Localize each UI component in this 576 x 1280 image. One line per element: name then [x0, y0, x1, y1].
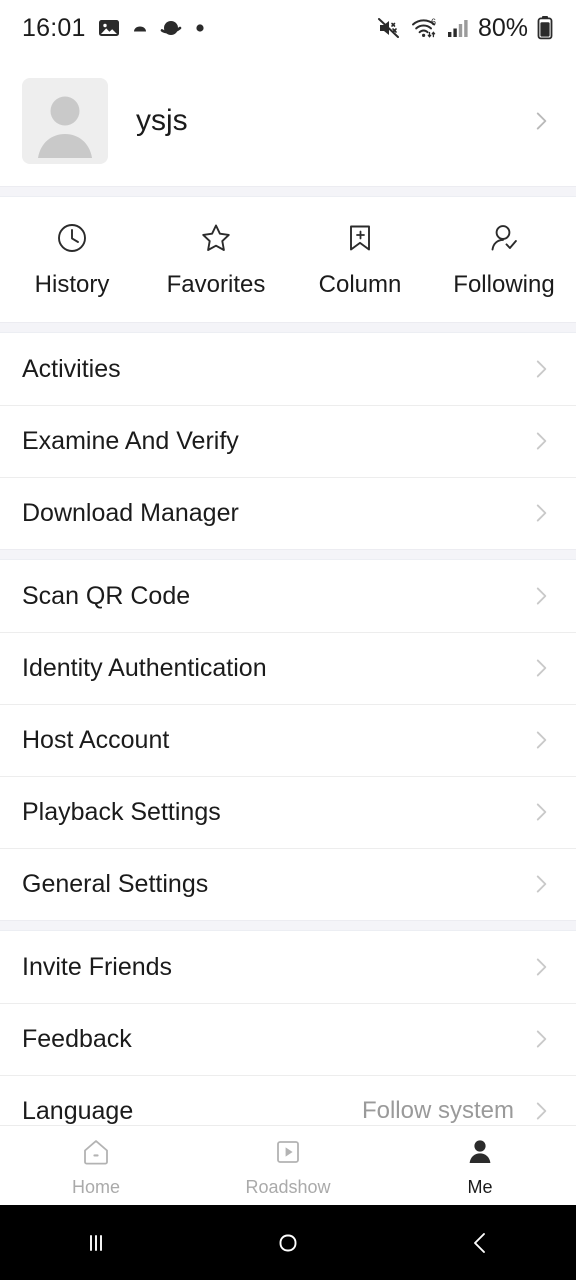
menu-row-label: Host Account: [22, 725, 170, 754]
chevron-right-icon: [536, 958, 547, 976]
status-bar-right: 6 80%: [376, 14, 554, 43]
tab-home[interactable]: Home: [0, 1134, 192, 1198]
menu-row-playback-settings[interactable]: Playback Settings: [0, 776, 576, 848]
tab-me[interactable]: Me: [384, 1134, 576, 1198]
mute-icon: [377, 18, 399, 38]
chevron-right-icon: [536, 587, 547, 605]
svg-text:6: 6: [431, 17, 436, 27]
tab-label: Home: [71, 1176, 120, 1197]
chevron-right-icon: [536, 432, 547, 450]
battery-percent-label: 80%: [477, 13, 528, 42]
android-nav-bar: [0, 1205, 576, 1280]
battery-icon: [537, 16, 553, 40]
menu-row-label: Feedback: [22, 1024, 132, 1053]
quick-action-following[interactable]: Following: [432, 221, 576, 299]
menu-row-invite-friends[interactable]: Invite Friends: [0, 931, 576, 1003]
menu-row-label: Download Manager: [22, 498, 239, 527]
clock-icon: [58, 223, 86, 252]
menu-row-label: General Settings: [22, 869, 209, 898]
chevron-right-icon: [536, 1102, 547, 1120]
tab-label: Roadshow: [245, 1176, 331, 1197]
profile-username: ysjs: [136, 104, 188, 137]
section-spacer: [0, 186, 576, 197]
home-circle-icon: [279, 1234, 297, 1251]
nav-back-button[interactable]: [384, 1226, 576, 1260]
profile-header[interactable]: ysjs: [0, 56, 576, 186]
menu-row-identity-authentication[interactable]: Identity Authentication: [0, 632, 576, 704]
play-square-icon: [277, 1140, 299, 1163]
quick-action-label: Following: [453, 270, 555, 298]
status-bar: 16:01 6 80%: [0, 0, 576, 56]
menu-row-label: Invite Friends: [22, 952, 173, 981]
quick-action-label: Column: [318, 270, 402, 298]
menu-row-label: Activities: [22, 354, 121, 383]
chevron-right-icon: [536, 731, 547, 749]
menu-row-host-account[interactable]: Host Account: [0, 704, 576, 776]
section-spacer: [0, 920, 576, 931]
chevron-right-icon: [536, 803, 547, 821]
bottom-tab-bar: Home Roadshow Me: [0, 1125, 576, 1205]
section-spacer: [0, 549, 576, 560]
section-spacer: [0, 322, 576, 333]
wifi-6-icon: 6: [411, 17, 436, 38]
chevron-right-icon: [536, 504, 547, 522]
person-check-icon: [491, 224, 517, 250]
menu-row-feedback[interactable]: Feedback: [0, 1003, 576, 1075]
chevron-right-icon: [536, 875, 547, 893]
menu-row-value: Follow system: [361, 1097, 514, 1124]
menu-row-examine-and-verify[interactable]: Examine And Verify: [0, 405, 576, 477]
menu-row-general-settings[interactable]: General Settings: [0, 848, 576, 920]
tab-roadshow[interactable]: Roadshow: [192, 1134, 384, 1198]
avatar[interactable]: [22, 78, 108, 164]
back-icon: [474, 1232, 485, 1253]
quick-action-label: Favorites: [166, 270, 266, 298]
quick-action-column[interactable]: Column: [288, 221, 432, 299]
menu-group: Invite Friends Feedback Language Follow …: [0, 931, 576, 1147]
quick-action-favorites[interactable]: Favorites: [144, 221, 288, 299]
menu-group: Activities Examine And Verify Download M…: [0, 333, 576, 549]
chevron-right-icon[interactable]: [528, 108, 554, 134]
menu-row-label: Playback Settings: [22, 797, 221, 826]
person-filled-icon: [469, 1139, 491, 1163]
menu-group: Scan QR Code Identity Authentication Hos…: [0, 560, 576, 920]
menu-row-label: Language: [22, 1096, 134, 1125]
chevron-right-icon: [536, 1030, 547, 1048]
chevron-right-icon: [536, 360, 547, 378]
quick-actions-bar: History Favorites Column Following: [0, 197, 576, 322]
saturn-icon: [160, 21, 181, 35]
small-shape-icon: [133, 26, 146, 32]
menu-row-label: Scan QR Code: [22, 581, 191, 610]
image-icon: [98, 20, 119, 36]
bookmark-plus-icon: [350, 225, 370, 250]
phone-screen: 16:01 6 80% ysjs History Favorites Colum…: [0, 0, 576, 1280]
status-bar-left: 16:01: [22, 14, 206, 43]
menu-row-label: Examine And Verify: [22, 426, 239, 455]
menu-row-download-manager[interactable]: Download Manager: [0, 477, 576, 549]
nav-recents-button[interactable]: [0, 1226, 192, 1260]
tab-label: Me: [467, 1176, 493, 1197]
quick-action-label: History: [34, 270, 110, 298]
star-icon: [202, 224, 230, 251]
chevron-right-icon: [536, 659, 547, 677]
signal-bars-icon: [447, 20, 468, 37]
menu-row-activities[interactable]: Activities: [0, 333, 576, 405]
nav-home-button[interactable]: [192, 1226, 384, 1260]
menu-row-label: Identity Authentication: [22, 653, 267, 682]
menu-row-scan-qr-code[interactable]: Scan QR Code: [0, 560, 576, 632]
default-avatar-icon: [38, 96, 92, 158]
recents-icon: [90, 1234, 102, 1251]
status-bar-clock: 16:01: [22, 13, 86, 42]
quick-action-history[interactable]: History: [0, 221, 144, 299]
dot-icon: [195, 24, 204, 32]
home-icon: [84, 1139, 108, 1164]
